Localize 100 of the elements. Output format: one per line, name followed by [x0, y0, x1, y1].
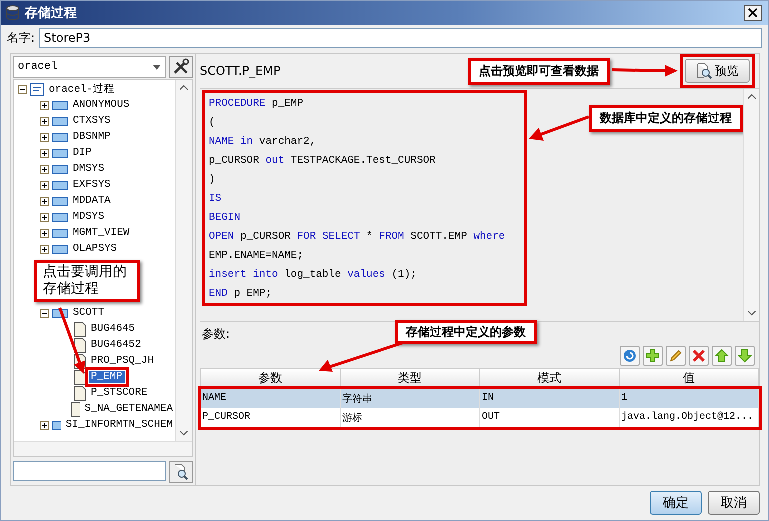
- name-label: 名字:: [7, 30, 36, 46]
- schema-icon: [52, 420, 61, 430]
- table-cell: java.lang.Object@12...: [619, 408, 758, 427]
- preview-icon: [696, 63, 712, 79]
- tree-item[interactable]: S_NA_GETENAMEA: [82, 403, 175, 415]
- database-icon: [30, 82, 44, 96]
- tree-item[interactable]: DMSYS: [71, 163, 107, 175]
- delete-icon: [692, 349, 706, 363]
- callout-note: 点击要调用的存储过程: [34, 260, 140, 302]
- tree-item[interactable]: OLAPSYS: [71, 243, 120, 255]
- refresh-button[interactable]: [620, 346, 640, 366]
- table-cell: P_CURSOR: [200, 408, 340, 427]
- callout-arrow: [612, 65, 678, 77]
- dialog-button[interactable]: 确定: [650, 491, 702, 515]
- up-button[interactable]: [712, 346, 732, 366]
- scroll-down-icon[interactable]: [180, 431, 188, 436]
- add-button[interactable]: [643, 346, 663, 366]
- vertical-scrollbar[interactable]: [175, 80, 192, 441]
- callout-note: 点击预览即可查看数据: [468, 58, 610, 84]
- edit-button[interactable]: [666, 346, 686, 366]
- tree-item[interactable]: ANONYMOUS: [71, 99, 132, 111]
- tree-item[interactable]: PRO_PSQ_JH: [89, 355, 156, 367]
- expand-icon[interactable]: [40, 420, 49, 430]
- tree-item[interactable]: P_STSCORE: [89, 387, 150, 399]
- schema-icon: [52, 164, 68, 174]
- table-cell: 字符串: [340, 388, 480, 408]
- pencil-icon: [669, 349, 683, 363]
- expand-icon[interactable]: [40, 148, 49, 158]
- connection-select[interactable]: oracel: [13, 56, 166, 78]
- callout-arrow: [529, 113, 590, 143]
- tree-item[interactable]: MGMT_VIEW: [71, 227, 132, 239]
- callout-note: 数据库中定义的存储过程: [589, 105, 744, 132]
- close-icon: [748, 8, 758, 18]
- tree-item[interactable]: EXFSYS: [71, 179, 113, 191]
- vertical-scrollbar[interactable]: [743, 89, 759, 321]
- code-editor[interactable]: PROCEDURE p_EMP ( NAME in varchar2, p_CURSOR out TESTPACKAGE.Test_CURSOR ) IS BEGIN OPEN p_CURSOR FOR SELECT * FROM SCOTT.EMP where EMP.ENAME=NAME; insert into log_table values (1); END p EMP;: [202, 90, 528, 306]
- table-cell: IN: [480, 388, 619, 408]
- expand-icon[interactable]: [40, 228, 49, 238]
- tree-item[interactable]: MDSYS: [71, 211, 107, 223]
- search-icon: [173, 464, 189, 480]
- close-button[interactable]: [744, 5, 762, 21]
- expand-icon[interactable]: [40, 212, 49, 222]
- table-cell: 游标: [340, 408, 480, 427]
- expand-icon[interactable]: [40, 196, 49, 206]
- tree-item[interactable]: SI_INFORMTN_SCHEM: [64, 419, 175, 431]
- document-icon: [74, 322, 86, 336]
- document-icon: [74, 386, 86, 400]
- callout-note: 存储过程中定义的参数: [395, 320, 538, 344]
- params-label: 参数:: [201, 326, 232, 343]
- tree-item[interactable]: DBSNMP: [71, 131, 113, 143]
- scroll-up-icon[interactable]: [748, 94, 756, 99]
- database-icon: [5, 5, 21, 21]
- expand-icon[interactable]: [40, 116, 49, 126]
- collapse-icon[interactable]: [18, 84, 27, 94]
- down-arrow-icon: [738, 349, 752, 363]
- schema-icon: [52, 212, 68, 222]
- tree-item[interactable]: P_EMP: [89, 371, 125, 383]
- schema-icon: [52, 244, 68, 254]
- tree-item[interactable]: BUG4645: [89, 323, 138, 335]
- document-icon: [71, 402, 80, 416]
- document-icon: [74, 338, 86, 352]
- tools-icon: [172, 58, 190, 76]
- name-field[interactable]: StoreP3: [39, 28, 762, 48]
- tree-item[interactable]: oracel-过程: [47, 82, 118, 96]
- tree-item[interactable]: MDDATA: [71, 195, 113, 207]
- tree-item[interactable]: BUG46452: [89, 339, 144, 351]
- table-row[interactable]: NAME 字符串 IN 1: [200, 388, 758, 408]
- expand-icon[interactable]: [40, 180, 49, 190]
- tree-item[interactable]: DIP: [71, 147, 94, 159]
- collapse-icon[interactable]: [40, 308, 49, 318]
- down-button[interactable]: [735, 346, 755, 366]
- search-field[interactable]: [13, 461, 166, 481]
- table-cell: 1: [619, 388, 758, 408]
- table-cell: NAME: [200, 388, 340, 408]
- schema-icon: [52, 132, 68, 142]
- expand-icon[interactable]: [40, 100, 49, 110]
- expand-icon[interactable]: [40, 244, 49, 254]
- delete-button[interactable]: [689, 346, 709, 366]
- window-title: 存储过程: [25, 5, 78, 22]
- tree-item[interactable]: CTXSYS: [71, 115, 113, 127]
- up-arrow-icon: [715, 349, 729, 363]
- schema-icon: [52, 116, 68, 126]
- refresh-icon: [623, 349, 637, 363]
- horizontal-scrollbar[interactable]: [14, 441, 192, 456]
- procedure-title: SCOTT.P_EMP: [200, 64, 282, 78]
- preview-button[interactable]: 预览: [685, 59, 750, 83]
- scroll-down-icon[interactable]: [748, 311, 756, 316]
- schema-icon: [52, 100, 68, 110]
- dialog-button[interactable]: 取消: [708, 491, 760, 515]
- document-icon: [74, 370, 86, 384]
- add-icon: [646, 349, 660, 363]
- search-button[interactable]: [169, 461, 193, 483]
- expand-icon[interactable]: [40, 132, 49, 142]
- tools-button[interactable]: [169, 56, 193, 78]
- table-row[interactable]: P_CURSOR 游标 OUT java.lang.Object@12...: [200, 408, 758, 427]
- expand-icon[interactable]: [40, 164, 49, 174]
- scroll-up-icon[interactable]: [180, 85, 188, 90]
- schema-icon: [52, 196, 68, 206]
- tree-item[interactable]: SCOTT: [71, 307, 107, 319]
- schema-icon: [52, 180, 68, 190]
